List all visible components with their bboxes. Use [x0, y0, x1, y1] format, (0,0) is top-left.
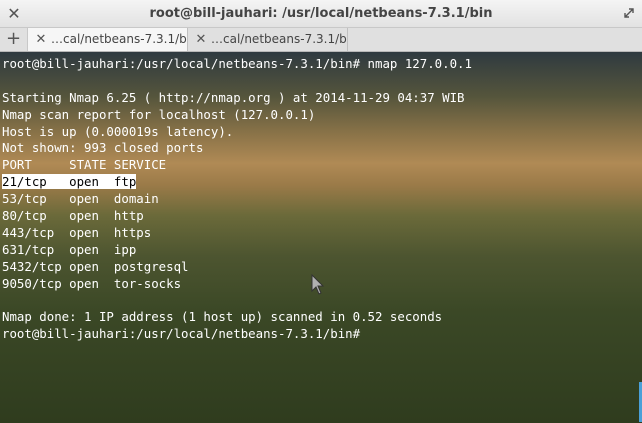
tab-bar: + ✕ …cal/netbeans-7.3.1/bin ✕ …cal/netbean… [0, 28, 642, 52]
terminal-line: root@bill-jauhari:/usr/local/netbeans-7.… [2, 56, 472, 71]
terminal-line-highlighted: 21/tcp open ftp [2, 174, 472, 191]
new-tab-button[interactable]: + [0, 28, 28, 51]
tab-terminal-1[interactable]: ✕ …cal/netbeans-7.3.1/bin [28, 28, 188, 51]
tab-label: …cal/netbeans-7.3.1/bin [211, 32, 348, 46]
tab-close-icon[interactable]: ✕ [194, 28, 208, 51]
terminal-line: 5432/tcp open postgresql [2, 258, 189, 274]
tab-terminal-2[interactable]: ✕ …cal/netbeans-7.3.1/bin [188, 28, 348, 51]
terminal-line: 631/tcp open ipp [2, 241, 137, 257]
tab-label: …cal/netbeans-7.3.1/bin [51, 32, 188, 46]
terminal-line: PORT STATE SERVICE [2, 157, 167, 173]
terminal-line: Starting Nmap 6.25 ( http://nmap.org ) a… [2, 89, 465, 105]
mouse-pointer-icon [311, 274, 325, 295]
terminal-line: 443/tcp open https [2, 224, 152, 240]
terminal-line: 53/tcp open domain [2, 191, 159, 207]
window-title: root@bill-jauhari: /usr/local/netbeans-7… [149, 6, 493, 21]
terminal-line: Nmap scan report for localhost (127.0.0.… [2, 106, 316, 122]
terminal-line: Not shown: 993 closed ports [2, 140, 204, 156]
window-maximize-icon[interactable] [622, 6, 636, 20]
tab-close-icon[interactable]: ✕ [34, 28, 48, 51]
terminal-line: 80/tcp open http [2, 208, 144, 224]
terminal-line: Host is up (0.000019s latency). [2, 123, 234, 139]
terminal-output[interactable]: root@bill-jauhari:/usr/local/netbeans-7.… [0, 52, 642, 423]
window-titlebar: ✕ root@bill-jauhari: /usr/local/netbeans… [0, 0, 642, 28]
terminal-prompt-line: root@bill-jauhari:/usr/local/netbeans-7.… [2, 326, 361, 342]
terminal-line: Nmap done: 1 IP address (1 host up) scan… [2, 309, 443, 325]
text-selection: 21/tcp open ftp [2, 174, 137, 190]
terminal-line: 9050/tcp open tor-socks [2, 275, 182, 291]
